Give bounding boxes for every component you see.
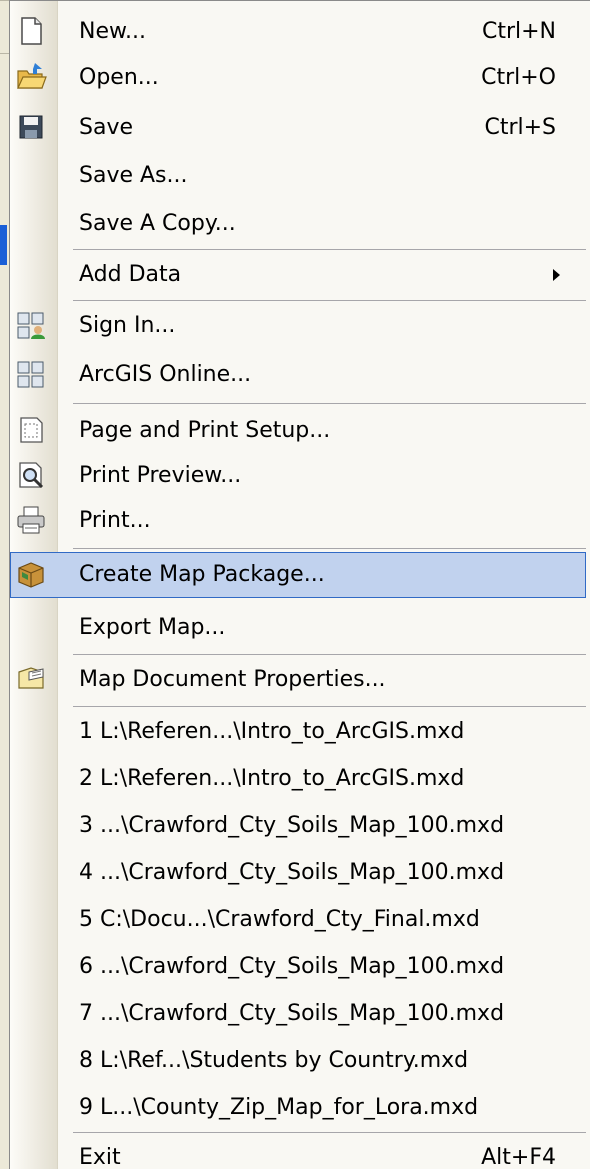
menu-item-label: 3 ...\Crawford_Cty_Soils_Map_100.mxd <box>79 813 505 838</box>
recent-file-7[interactable]: 7 ...\Crawford_Cty_Soils_Map_100.mxd <box>10 991 586 1037</box>
menu-item-label: 2 L:\Referen...\Intro_to_ArcGIS.mxd <box>79 766 465 791</box>
menu-item-label: 5 C:\Docu...\Crawford_Cty_Final.mxd <box>79 907 480 932</box>
menu-item-label: Save A Copy... <box>79 211 236 236</box>
menu-item-save-as[interactable]: Save As... <box>10 153 586 199</box>
menu-separator <box>73 654 586 655</box>
menu-item-label: Create Map Package... <box>79 562 325 587</box>
menu-separator <box>73 403 586 404</box>
menu-item-create-map-package[interactable]: Create Map Package... <box>10 552 586 598</box>
recent-file-6[interactable]: 6 ...\Crawford_Cty_Soils_Map_100.mxd <box>10 944 586 990</box>
menu-item-label: Save As... <box>79 163 188 188</box>
printer-icon <box>15 504 47 536</box>
recent-file-9[interactable]: 9 L...\County_Zip_Map_for_Lora.mxd <box>10 1085 586 1131</box>
menu-item-new[interactable]: New... Ctrl+N <box>10 9 586 55</box>
menu-item-shortcut: Ctrl+N <box>481 19 556 44</box>
menu-separator <box>73 548 586 549</box>
menu-item-label: 9 L...\County_Zip_Map_for_Lora.mxd <box>79 1095 479 1120</box>
background-window-accent <box>0 225 7 265</box>
recent-file-5[interactable]: 5 C:\Docu...\Crawford_Cty_Final.mxd <box>10 897 586 943</box>
menu-item-label: 7 ...\Crawford_Cty_Soils_Map_100.mxd <box>79 1001 505 1026</box>
recent-file-8[interactable]: 8 L:\Ref...\Students by Country.mxd <box>10 1038 586 1084</box>
menu-item-open[interactable]: Open... Ctrl+O <box>10 55 586 101</box>
menu-item-arcgis-online[interactable]: ArcGIS Online... <box>10 352 586 398</box>
menu-item-map-document-properties[interactable]: Map Document Properties... <box>10 657 586 703</box>
menu-item-shortcut: Ctrl+S <box>484 115 556 140</box>
menu-item-label: Save <box>79 115 134 140</box>
menu-item-save-a-copy[interactable]: Save A Copy... <box>10 201 586 247</box>
menu-separator <box>73 249 586 250</box>
arcgis-online-icon <box>15 358 47 390</box>
menu-item-shortcut: Ctrl+O <box>481 65 556 90</box>
menu-separator <box>73 1132 586 1133</box>
menu-item-label: 4 ...\Crawford_Cty_Soils_Map_100.mxd <box>79 860 505 885</box>
menu-item-print[interactable]: Print... <box>10 498 586 544</box>
menu-item-label: Open... <box>79 65 159 90</box>
menu-item-label: New... <box>79 19 146 44</box>
file-menu: New... Ctrl+N Open... Ctrl+O Save Ctrl+S… <box>9 0 590 1169</box>
screen: New... Ctrl+N Open... Ctrl+O Save Ctrl+S… <box>0 0 590 1169</box>
page-setup-icon <box>15 414 47 446</box>
menu-item-label: Print... <box>79 508 151 533</box>
menu-separator <box>73 300 586 301</box>
recent-file-4[interactable]: 4 ...\Crawford_Cty_Soils_Map_100.mxd <box>10 850 586 896</box>
menu-item-label: 1 L:\Referen...\Intro_to_ArcGIS.mxd <box>79 719 465 744</box>
menu-item-label: 6 ...\Crawford_Cty_Soils_Map_100.mxd <box>79 954 505 979</box>
menu-item-label: Sign In... <box>79 313 176 338</box>
menu-item-label: Export Map... <box>79 615 226 640</box>
recent-file-1[interactable]: 1 L:\Referen...\Intro_to_ArcGIS.mxd <box>10 709 586 755</box>
background-window-edge <box>0 0 9 1169</box>
menu-item-label: Print Preview... <box>79 463 242 488</box>
menu-item-label: Map Document Properties... <box>79 667 386 692</box>
sign-in-icon <box>15 309 47 341</box>
menu-item-exit[interactable]: Exit Alt+F4 <box>10 1135 586 1169</box>
new-document-icon <box>15 15 47 47</box>
menu-item-save[interactable]: Save Ctrl+S <box>10 105 586 151</box>
recent-file-3[interactable]: 3 ...\Crawford_Cty_Soils_Map_100.mxd <box>10 803 586 849</box>
menu-item-label: Add Data <box>79 262 182 287</box>
menu-item-export-map[interactable]: Export Map... <box>10 605 586 651</box>
menu-item-label: Page and Print Setup... <box>79 418 331 443</box>
menu-item-page-and-print-setup[interactable]: Page and Print Setup... <box>10 408 586 454</box>
open-folder-icon <box>15 61 47 93</box>
menu-item-add-data[interactable]: Add Data <box>10 252 586 298</box>
submenu-arrow-icon <box>553 269 560 281</box>
menu-item-sign-in[interactable]: Sign In... <box>10 303 586 349</box>
menu-item-label: Exit <box>79 1145 121 1169</box>
save-disk-icon <box>15 111 47 143</box>
menu-item-label: 8 L:\Ref...\Students by Country.mxd <box>79 1048 469 1073</box>
document-properties-icon <box>15 663 47 695</box>
print-preview-icon <box>15 459 47 491</box>
menu-item-label: ArcGIS Online... <box>79 362 252 387</box>
menu-item-print-preview[interactable]: Print Preview... <box>10 453 586 499</box>
map-package-icon <box>15 558 47 590</box>
menu-item-shortcut: Alt+F4 <box>481 1145 556 1169</box>
menu-separator <box>73 706 586 707</box>
recent-file-2[interactable]: 2 L:\Referen...\Intro_to_ArcGIS.mxd <box>10 756 586 802</box>
